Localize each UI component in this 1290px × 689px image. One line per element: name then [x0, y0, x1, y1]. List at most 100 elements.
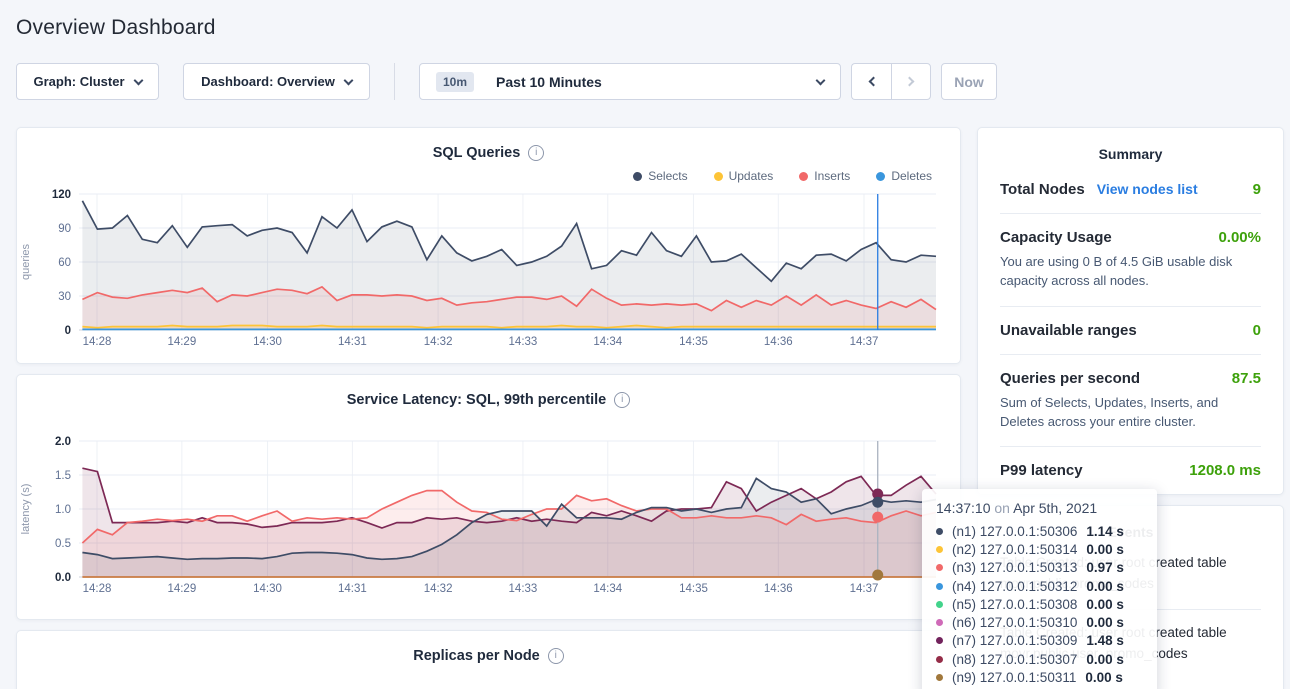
info-icon[interactable]: i	[614, 392, 630, 408]
svg-text:1.0: 1.0	[55, 504, 71, 516]
replicas-per-node-card: Replicas per Node i	[16, 630, 961, 689]
node-latency-value: 1.48 s	[1086, 633, 1124, 648]
svg-text:14:28: 14:28	[83, 336, 112, 348]
selects-dot-icon	[633, 172, 642, 181]
inserts-dot-icon	[799, 172, 808, 181]
legend-label: Selects	[648, 169, 687, 183]
svg-text:14:31: 14:31	[338, 336, 367, 348]
node-color-dot-icon	[936, 656, 943, 663]
node-latency-value: 1.14 s	[1086, 524, 1124, 539]
page-title: Overview Dashboard	[16, 16, 1290, 40]
time-range-dropdown[interactable]: 10m Past 10 Minutes	[419, 63, 841, 100]
summary-subtext: Sum of Selects, Updates, Inserts, and De…	[1000, 394, 1261, 432]
tooltip-row-n3: (n3) 127.0.0.1:50313 0.97 s	[936, 559, 1143, 577]
service-latency-title: Service Latency: SQL, 99th percentile	[347, 392, 607, 408]
graph-dropdown[interactable]: Graph: Cluster	[16, 63, 159, 100]
svg-text:14:30: 14:30	[253, 583, 282, 595]
chevron-down-icon	[816, 75, 826, 85]
summary-title: Summary	[1000, 146, 1261, 162]
next-range-button[interactable]	[891, 63, 931, 100]
tooltip-date: Apr 5th, 2021	[1013, 500, 1097, 516]
view-nodes-list-link[interactable]: View nodes list	[1097, 181, 1198, 197]
svg-text:14:33: 14:33	[509, 336, 538, 348]
service-latency-title-row: Service Latency: SQL, 99th percentile i	[17, 375, 960, 409]
tooltip-row-n2: (n2) 127.0.0.1:503140.00 s	[936, 540, 1143, 558]
charts-column: SQL Queries i Selects Updates Inserts	[16, 127, 961, 689]
node-color-dot-icon	[936, 619, 943, 626]
node-address: (n3) 127.0.0.1:50313	[952, 560, 1077, 575]
updates-dot-icon	[714, 172, 723, 181]
time-range-badge: 10m	[436, 72, 474, 92]
legend-item-updates[interactable]: Updates	[714, 168, 774, 184]
prev-range-button[interactable]	[851, 63, 891, 100]
chevron-left-icon	[868, 77, 878, 87]
chevron-right-icon	[905, 77, 915, 87]
svg-text:14:35: 14:35	[679, 583, 708, 595]
info-icon[interactable]: i	[548, 648, 564, 664]
svg-text:0.5: 0.5	[55, 538, 71, 550]
legend-item-deletes[interactable]: Deletes	[876, 168, 932, 184]
svg-text:14:30: 14:30	[253, 336, 282, 348]
now-button[interactable]: Now	[941, 63, 997, 100]
summary-label: Queries per second	[1000, 370, 1140, 387]
svg-text:latency (s): latency (s)	[20, 484, 32, 535]
svg-text:14:32: 14:32	[424, 336, 453, 348]
svg-text:120: 120	[52, 189, 71, 201]
svg-text:2.0: 2.0	[55, 436, 71, 448]
svg-text:60: 60	[58, 257, 71, 269]
summary-value: 9	[1253, 181, 1261, 198]
tooltip-row-n7: (n7) 127.0.0.1:50309 1.48 s	[936, 632, 1143, 650]
service-latency-card: Service Latency: SQL, 99th percentile i …	[16, 374, 961, 620]
chevron-down-icon	[133, 75, 143, 85]
sql-queries-title: SQL Queries	[433, 145, 521, 161]
svg-text:14:29: 14:29	[167, 583, 196, 595]
legend-label: Deletes	[891, 169, 932, 183]
node-address: (n2) 127.0.0.1:50314	[952, 542, 1077, 557]
service-latency-chart[interactable]: 14:2814:2914:3014:3114:3214:3314:3414:35…	[17, 433, 960, 606]
tooltip-row-n6: (n6) 127.0.0.1:503100.00 s	[936, 613, 1143, 631]
node-address: (n7) 127.0.0.1:50309	[952, 633, 1077, 648]
legend-label: Inserts	[814, 169, 850, 183]
node-latency-value: 0.00 s	[1086, 579, 1124, 594]
svg-text:1.5: 1.5	[55, 470, 71, 482]
node-address: (n5) 127.0.0.1:50308	[952, 597, 1077, 612]
svg-text:14:34: 14:34	[593, 583, 622, 595]
node-color-dot-icon	[936, 564, 943, 571]
info-icon[interactable]: i	[528, 145, 544, 161]
node-color-dot-icon	[936, 528, 943, 535]
summary-row-queries-per-second: Queries per second 87.5 Sum of Selects, …	[1000, 355, 1261, 448]
chevron-down-icon	[343, 75, 353, 85]
summary-value: 0	[1253, 322, 1261, 339]
legend-item-inserts[interactable]: Inserts	[799, 168, 850, 184]
svg-text:14:28: 14:28	[83, 583, 112, 595]
summary-rows: Total Nodes View nodes list 9 Capacity U…	[1000, 166, 1261, 494]
node-latency-value: 0.97 s	[1086, 560, 1124, 575]
summary-panel: Summary Total Nodes View nodes list 9 Ca…	[977, 127, 1284, 495]
svg-text:0.0: 0.0	[55, 572, 71, 584]
summary-value: 0.00%	[1218, 229, 1261, 246]
sql-queries-chart[interactable]: 14:2814:2914:3014:3114:3214:3314:3414:35…	[17, 186, 960, 359]
deletes-dot-icon	[876, 172, 885, 181]
legend-item-selects[interactable]: Selects	[633, 168, 687, 184]
svg-text:30: 30	[58, 291, 71, 303]
sql-queries-title-row: SQL Queries i	[17, 128, 960, 162]
node-address: (n9) 127.0.0.1:50311	[952, 670, 1076, 685]
tooltip-row-n8: (n8) 127.0.0.1:503070.00 s	[936, 650, 1143, 668]
svg-text:14:37: 14:37	[850, 583, 879, 595]
sql-queries-legend: Selects Updates Inserts Deletes	[17, 168, 960, 184]
summary-subtext: You are using 0 B of 4.5 GiB usable disk…	[1000, 253, 1261, 291]
tooltip-row-n1: (n1) 127.0.0.1:50306 1.14 s	[936, 522, 1143, 540]
toolbar: Graph: Cluster Dashboard: Overview 10m P…	[16, 63, 1274, 100]
node-address: (n1) 127.0.0.1:50306	[952, 524, 1077, 539]
summary-value: 1208.0 ms	[1189, 462, 1261, 479]
node-color-dot-icon	[936, 601, 943, 608]
dashboard-dropdown[interactable]: Dashboard: Overview	[183, 63, 370, 100]
summary-label: Unavailable ranges	[1000, 322, 1137, 339]
node-latency-value: 0.00 s	[1086, 652, 1124, 667]
dashboard-dropdown-label: Dashboard: Overview	[201, 74, 335, 89]
svg-text:14:34: 14:34	[593, 336, 622, 348]
node-color-dot-icon	[936, 546, 943, 553]
node-color-dot-icon	[936, 583, 943, 590]
summary-label: Capacity Usage	[1000, 229, 1112, 246]
svg-text:14:35: 14:35	[679, 336, 708, 348]
